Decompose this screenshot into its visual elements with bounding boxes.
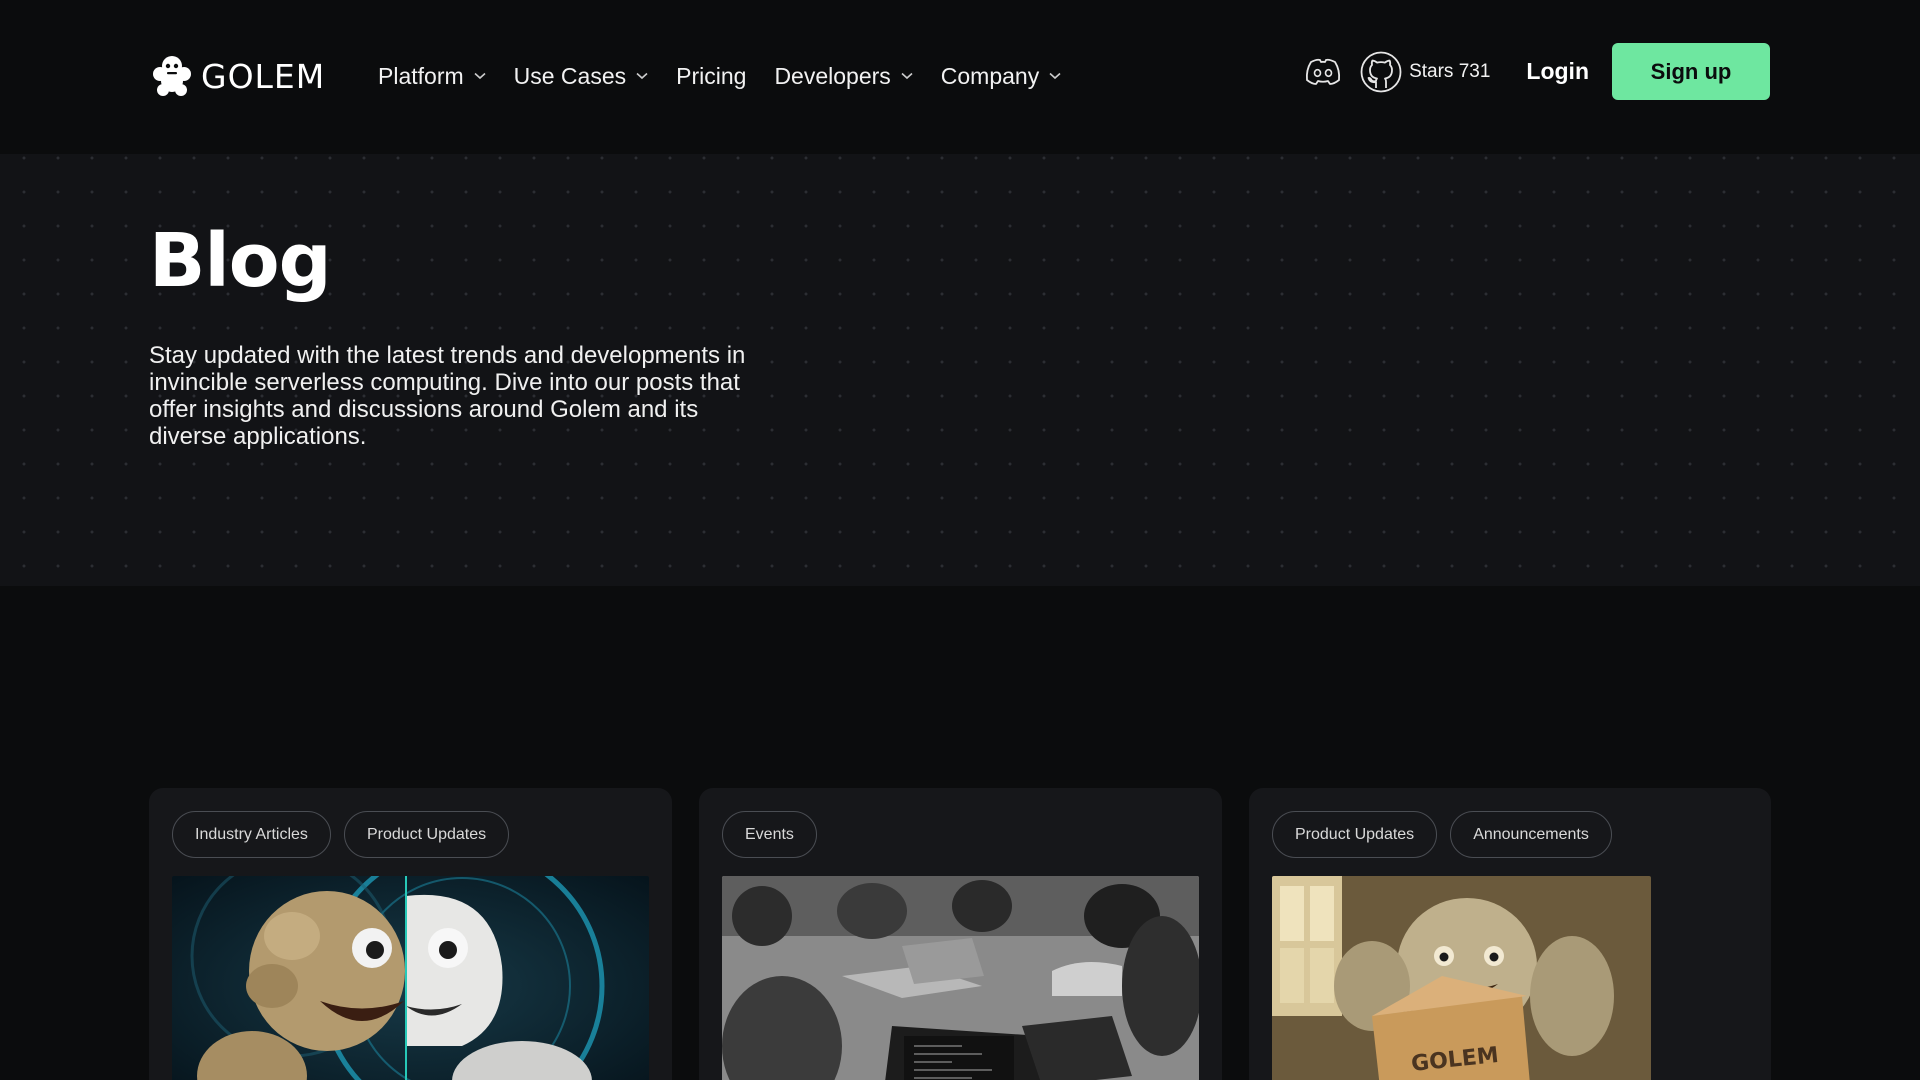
signup-button[interactable]: Sign up (1612, 43, 1770, 100)
golem-vs-robot-illustration (172, 876, 649, 1080)
nav-item-use-cases[interactable]: Use Cases (514, 63, 648, 90)
blog-hero: Blog Stay updated with the latest trends… (0, 154, 1920, 586)
blog-post-card[interactable]: Product Updates Announcements GOLEM (1249, 788, 1771, 1080)
nav-item-pricing[interactable]: Pricing (676, 63, 746, 90)
nav-item-developers[interactable]: Developers (774, 62, 913, 90)
page-title: Blog (149, 218, 332, 304)
hero-description: Stay updated with the latest trends and … (149, 342, 746, 450)
chevron-down-icon (636, 72, 648, 80)
nav-actions: Stars 731 Login Sign up (1301, 43, 1770, 100)
post-thumbnail[interactable] (172, 876, 649, 1080)
post-thumbnail[interactable]: GOLEM (1272, 876, 1651, 1080)
github-icon (1360, 51, 1402, 92)
nav-item-label: Platform (378, 62, 464, 89)
github-stars-count[interactable]: Stars 731 (1409, 61, 1490, 83)
brand-name: GOLEM (201, 56, 326, 96)
nav-item-label: Developers (774, 62, 891, 89)
top-navigation: GOLEM Platform Use Cases Pricing Develop… (0, 0, 1920, 154)
blog-post-card[interactable]: Industry Articles Product Updates (149, 788, 672, 1080)
chevron-down-icon (474, 72, 486, 80)
login-link[interactable]: Login (1526, 58, 1589, 85)
tag-industry-articles[interactable]: Industry Articles (172, 811, 331, 858)
tag-product-updates[interactable]: Product Updates (343, 811, 510, 858)
chevron-down-icon (901, 72, 913, 80)
discord-icon (1306, 58, 1341, 85)
nav-item-label: Pricing (676, 62, 747, 89)
tag-list: Product Updates Announcements (1272, 811, 1748, 858)
golem-logo[interactable]: GOLEM (149, 53, 325, 99)
nav-item-company[interactable]: Company (941, 63, 1061, 90)
blog-post-card[interactable]: Events (699, 788, 1222, 1080)
hackathon-photo-bw (722, 876, 1199, 1080)
tag-events[interactable]: Events (722, 811, 817, 858)
golem-logo-icon (153, 56, 191, 96)
chevron-down-icon (1049, 72, 1061, 80)
post-thumbnail[interactable] (722, 876, 1199, 1080)
nav-item-label: Use Cases (513, 62, 627, 89)
github-link[interactable] (1359, 50, 1403, 94)
tag-product-updates[interactable]: Product Updates (1272, 811, 1438, 858)
main-menu: Platform Use Cases Pricing Developers Co… (378, 58, 1089, 94)
tag-announcements[interactable]: Announcements (1450, 811, 1612, 858)
blog-post-list: Industry Articles Product Updates Events… (149, 788, 1771, 1080)
nav-item-platform[interactable]: Platform (378, 63, 486, 90)
tag-list: Events (722, 811, 1199, 858)
tag-list: Industry Articles Product Updates (172, 811, 649, 858)
discord-link[interactable] (1301, 50, 1345, 94)
golem-box-illustration: GOLEM (1272, 876, 1651, 1080)
nav-item-label: Company (940, 62, 1040, 89)
